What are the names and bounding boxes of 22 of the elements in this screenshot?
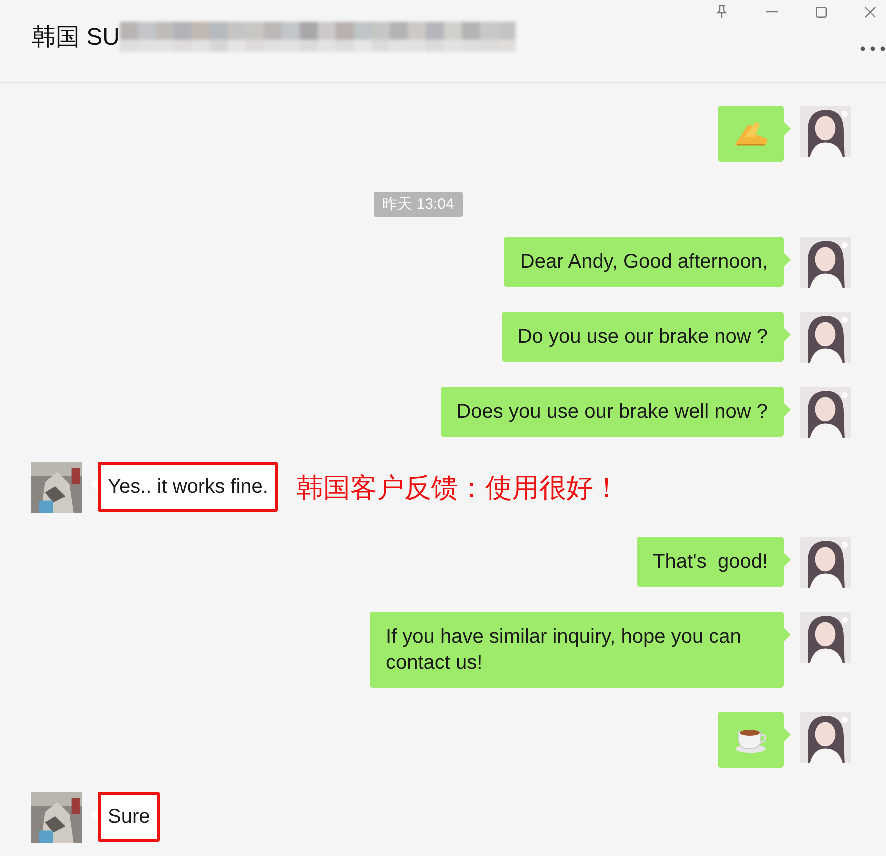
bubble-tail [784,553,791,567]
more-icon[interactable] [860,46,886,52]
annotation-text: 韩国客户反馈：使用很好！ [296,472,620,505]
message-bubble: Dear Andy, Good afternoon, [504,237,784,287]
message-bubble: Sure [98,792,160,842]
bubble-tail [784,403,791,417]
minimize-icon[interactable] [766,11,778,13]
bubble-tail [784,253,791,267]
timestamp: 昨天 13:04 [374,192,464,217]
message-bubble: If you have similar inquiry, hope you can contact us! [370,612,784,688]
bubble-tail [784,628,791,642]
close-icon[interactable] [865,6,876,18]
bubble-tail [91,478,98,492]
window-title: 韩国 SU [32,23,120,53]
maximize-icon[interactable] [816,6,827,18]
message-bubble: Does you use our brake well now ? [440,387,784,437]
message-bubble: That's good! [637,537,784,587]
bubble-tail [784,328,791,342]
message-bubble: Do you use our brake now ? [502,312,784,362]
bubble-tail [91,808,98,822]
message-bubble: Yes.. it works fine. [98,462,278,512]
pin-icon[interactable] [716,5,728,19]
